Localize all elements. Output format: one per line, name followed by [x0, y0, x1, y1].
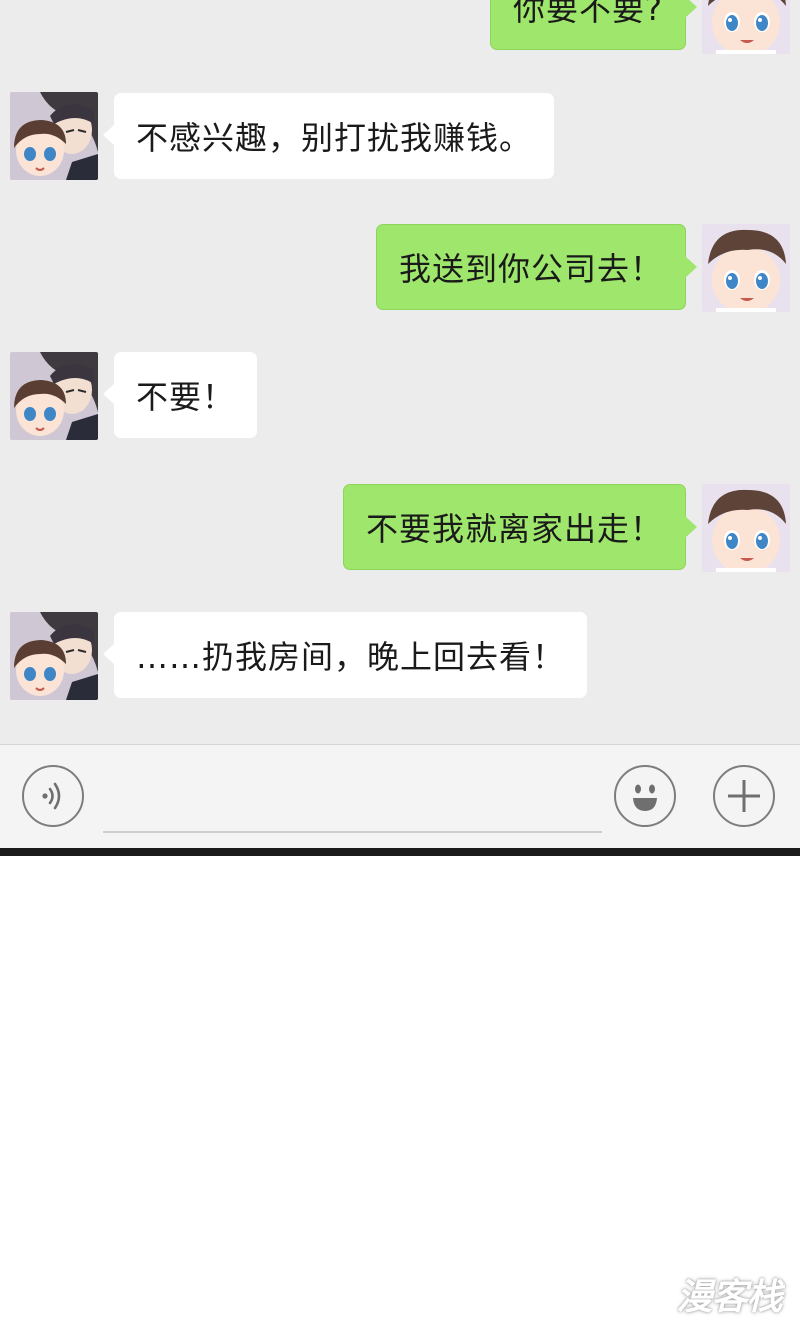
chat-bubble-received[interactable]: ……扔我房间，晚上回去看！ — [102, 612, 588, 698]
plus-button[interactable] — [713, 765, 775, 827]
watermark-text: 漫客栈 — [676, 1277, 782, 1318]
message-row-sent: 我送到你公司去！ — [0, 224, 800, 314]
watermark-logo: 漫客栈 — [668, 1268, 790, 1320]
voice-button[interactable] — [22, 765, 84, 827]
message-row-sent: 你要不要? — [0, 0, 800, 54]
message-input[interactable] — [103, 767, 602, 833]
chat-bubble-sent[interactable]: 我送到你公司去！ — [375, 224, 698, 310]
chat-input-bar — [0, 744, 800, 848]
plus-icon — [728, 780, 760, 812]
chat-bubble-sent[interactable]: 你要不要? — [490, 0, 697, 50]
message-text: ……扔我房间，晚上回去看！ — [136, 638, 566, 676]
message-text: 不感兴趣，别打扰我赚钱。 — [136, 119, 533, 157]
avatar-couple[interactable] — [10, 92, 98, 180]
message-row-received: 不感兴趣，别打扰我赚钱。 — [0, 92, 800, 182]
emoji-icon — [633, 784, 657, 811]
boy-avatar-icon — [702, 0, 790, 54]
chat-screen: 你要不要? 不感兴趣，别打扰我赚钱。 我送到你公司去！ 不要！ 不要我就离家出走… — [0, 0, 800, 848]
couple-avatar-icon — [10, 352, 98, 440]
voice-icon — [42, 782, 61, 810]
avatar-boy[interactable] — [702, 484, 790, 572]
boy-avatar-icon — [702, 484, 790, 572]
panel-divider — [0, 848, 800, 856]
chat-bubble-received[interactable]: 不感兴趣，别打扰我赚钱。 — [102, 93, 555, 179]
emoji-button[interactable] — [614, 765, 676, 827]
message-text: 不要我就离家出走！ — [365, 510, 663, 548]
chat-bubble-sent[interactable]: 不要我就离家出走！ — [342, 484, 698, 570]
message-row-received: 不要！ — [0, 352, 800, 442]
avatar-couple[interactable] — [10, 352, 98, 440]
message-row-sent: 不要我就离家出走！ — [0, 484, 800, 574]
chat-bubble-received[interactable]: 不要！ — [102, 352, 258, 438]
couple-avatar-icon — [10, 92, 98, 180]
message-text: 你要不要? — [513, 0, 663, 28]
avatar-couple[interactable] — [10, 612, 98, 700]
avatar-boy[interactable] — [702, 224, 790, 312]
message-text: 我送到你公司去！ — [398, 250, 663, 288]
boy-avatar-icon — [702, 224, 790, 312]
couple-avatar-icon — [10, 612, 98, 700]
avatar-boy[interactable] — [702, 0, 790, 54]
message-text: 不要！ — [136, 378, 236, 416]
message-row-received: ……扔我房间，晚上回去看！ — [0, 612, 800, 702]
